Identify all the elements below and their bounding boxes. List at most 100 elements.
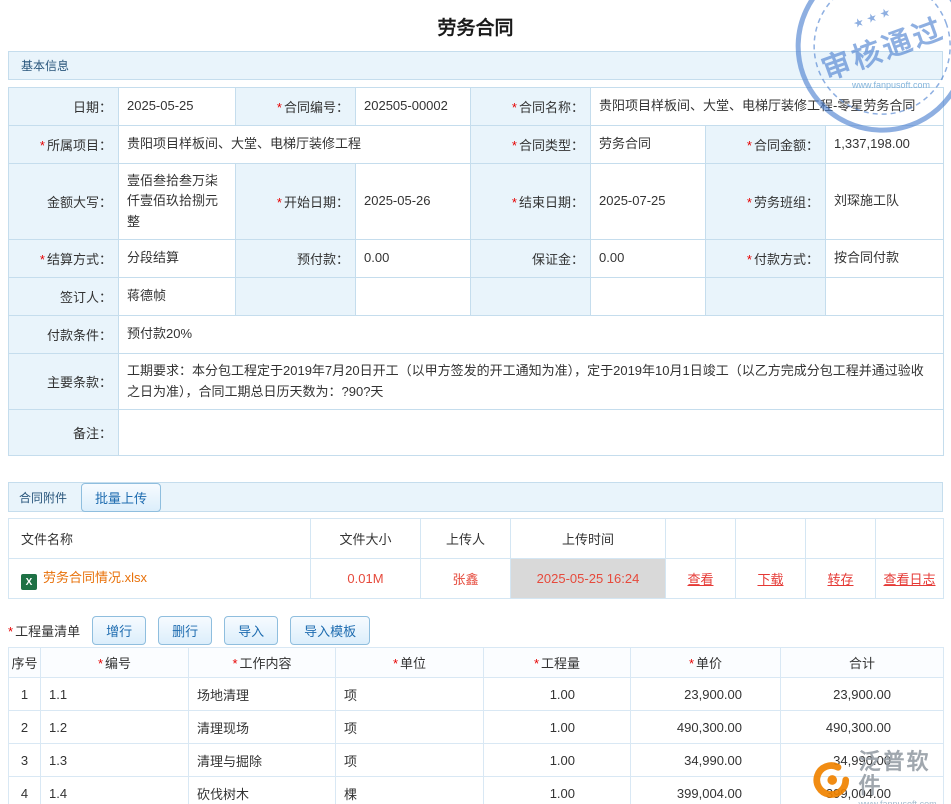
unit-price-cell: 23,900.00 xyxy=(631,678,781,711)
quantity-list-table: 序号 *编号 *工作内容 *单位 *工程量 *单价 合计 1 1.1 场地清理 … xyxy=(8,647,944,804)
attachment-row: X 劳务合同情况.xlsx 0.01M 张鑫 2025-05-25 16:24 查… xyxy=(9,559,944,599)
file-size-header: 文件大小 xyxy=(311,519,421,559)
amount-words-label: 金额大写： xyxy=(9,164,119,240)
required-marker: * xyxy=(534,656,539,671)
required-marker: * xyxy=(277,195,282,210)
file-size-cell: 0.01M xyxy=(311,559,421,599)
code-cell: 1.4 xyxy=(41,777,189,804)
download-link[interactable]: 下载 xyxy=(757,572,783,587)
seq-cell: 1 xyxy=(9,678,41,711)
empty-value-cell xyxy=(826,278,944,316)
code-header: *编号 xyxy=(41,648,189,678)
attachments-section-header: 合同附件 批量上传 xyxy=(8,482,943,512)
start-date-label: *开始日期： xyxy=(236,164,356,240)
required-marker: * xyxy=(393,656,398,671)
required-marker: * xyxy=(512,195,517,210)
upload-time-header: 上传时间 xyxy=(511,519,666,559)
batch-upload-button[interactable]: 批量上传 xyxy=(81,483,161,512)
download-action-cell: 下载 xyxy=(736,559,806,599)
total-cell: 34,990.00 xyxy=(781,744,944,777)
import-button[interactable]: 导入 xyxy=(224,616,278,645)
view-action-cell: 查看 xyxy=(666,559,736,599)
required-marker: * xyxy=(689,656,694,671)
file-name-link[interactable]: 劳务合同情况.xlsx xyxy=(43,570,147,585)
quantity-header-row: 序号 *编号 *工作内容 *单位 *工程量 *单价 合计 xyxy=(9,648,944,678)
required-marker: * xyxy=(747,138,752,153)
file-name-header: 文件名称 xyxy=(9,519,311,559)
code-cell: 1.2 xyxy=(41,711,189,744)
labor-team-value: 刘琛施工队 xyxy=(826,164,944,240)
unit-header: *单位 xyxy=(336,648,484,678)
total-header: 合计 xyxy=(781,648,944,678)
amount-words-value: 壹佰叁拾叁万柒仟壹佰玖拾捌元整 xyxy=(119,164,236,240)
quantity-row: 2 1.2 清理现场 项 1.00 490,300.00 490,300.00 xyxy=(9,711,944,744)
quantity-row: 1 1.1 场地清理 项 1.00 23,900.00 23,900.00 xyxy=(9,678,944,711)
transfer-action-cell: 转存 xyxy=(806,559,876,599)
contract-amount-label: *合同金额： xyxy=(706,126,826,164)
empty-action-header xyxy=(876,519,944,559)
view-link[interactable]: 查看 xyxy=(687,572,713,587)
signer-value: 蒋德帧 xyxy=(119,278,236,316)
view-log-link[interactable]: 查看日志 xyxy=(883,572,935,587)
uploader-cell: 张鑫 xyxy=(421,559,511,599)
required-marker: * xyxy=(232,656,237,671)
upload-time-cell: 2025-05-25 16:24 xyxy=(511,559,666,599)
contract-no-value: 202505-00002 xyxy=(356,88,471,126)
advance-label: 预付款： xyxy=(236,240,356,278)
unit-cell: 项 xyxy=(336,678,484,711)
unit-cell: 项 xyxy=(336,711,484,744)
quantity-cell: 1.00 xyxy=(484,744,631,777)
quantity-list-section-title: *工程量清单 xyxy=(8,621,80,640)
import-template-button[interactable]: 导入模板 xyxy=(290,616,370,645)
unit-cell: 棵 xyxy=(336,777,484,804)
contract-no-label: *合同编号： xyxy=(236,88,356,126)
work-content-cell: 清理与掘除 xyxy=(189,744,336,777)
basic-info-section-title: 基本信息 xyxy=(21,57,69,74)
work-content-cell: 场地清理 xyxy=(189,678,336,711)
unit-price-cell: 490,300.00 xyxy=(631,711,781,744)
date-value: 2025-05-25 xyxy=(119,88,236,126)
contract-amount-value: 1,337,198.00 xyxy=(826,126,944,164)
quantity-list-section-header: *工程量清单 增行 删行 导入 导入模板 xyxy=(8,613,943,647)
seq-cell: 3 xyxy=(9,744,41,777)
empty-action-header xyxy=(736,519,806,559)
empty-label-cell xyxy=(471,278,591,316)
required-marker: * xyxy=(98,656,103,671)
quantity-cell: 1.00 xyxy=(484,777,631,804)
delete-row-button[interactable]: 删行 xyxy=(158,616,212,645)
contract-name-value: 贵阳项目样板间、大堂、电梯厅装修工程-零星劳务合同 xyxy=(591,88,944,126)
empty-value-cell xyxy=(356,278,471,316)
required-marker: * xyxy=(40,252,45,267)
seq-cell: 4 xyxy=(9,777,41,804)
payment-terms-value: 预付款20% xyxy=(119,316,944,354)
seq-header: 序号 xyxy=(9,648,41,678)
signer-label: 签订人： xyxy=(9,278,119,316)
empty-action-header xyxy=(806,519,876,559)
seq-cell: 2 xyxy=(9,711,41,744)
quantity-cell: 1.00 xyxy=(484,678,631,711)
main-terms-value: 工期要求：本分包工程定于2019年7月20日开工（以甲方签发的开工通知为准），定… xyxy=(119,354,944,410)
uploader-header: 上传人 xyxy=(421,519,511,559)
required-marker: * xyxy=(512,138,517,153)
transfer-link[interactable]: 转存 xyxy=(827,572,853,587)
code-cell: 1.1 xyxy=(41,678,189,711)
labor-team-label: *劳务班组： xyxy=(706,164,826,240)
start-date-value: 2025-05-26 xyxy=(356,164,471,240)
deposit-label: 保证金： xyxy=(471,240,591,278)
remark-value xyxy=(119,410,944,456)
work-content-header: *工作内容 xyxy=(189,648,336,678)
settlement-label: *结算方式： xyxy=(9,240,119,278)
add-row-button[interactable]: 增行 xyxy=(92,616,146,645)
attachments-header-row: 文件名称 文件大小 上传人 上传时间 xyxy=(9,519,944,559)
date-label: 日期： xyxy=(9,88,119,126)
work-content-cell: 砍伐树木 xyxy=(189,777,336,804)
file-name-cell: X 劳务合同情况.xlsx xyxy=(9,559,311,599)
required-marker: * xyxy=(747,195,752,210)
quantity-header: *工程量 xyxy=(484,648,631,678)
basic-info-section-header: 基本信息 xyxy=(8,51,943,80)
unit-price-cell: 34,990.00 xyxy=(631,744,781,777)
payment-terms-label: 付款条件： xyxy=(9,316,119,354)
empty-label-cell xyxy=(706,278,826,316)
page-title: 劳务合同 xyxy=(0,0,951,51)
excel-file-icon: X xyxy=(21,574,37,590)
